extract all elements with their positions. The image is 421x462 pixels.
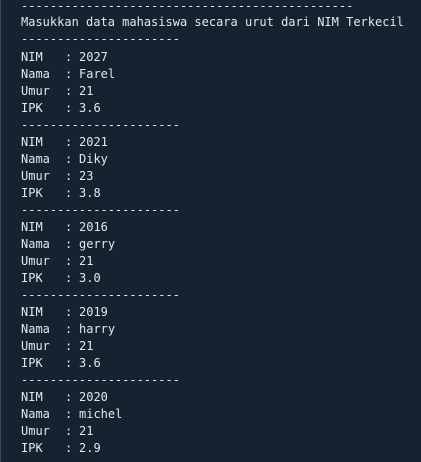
separator: : <box>65 390 73 404</box>
umur-value: 21 <box>79 424 94 438</box>
separator: : <box>65 322 73 336</box>
nim-value: 2021 <box>79 135 108 149</box>
header-text: Masukkan data mahasiswa secara urut dari… <box>21 15 404 29</box>
separator: : <box>65 271 73 285</box>
record-nim: NIM:2021 <box>21 134 108 151</box>
separator: : <box>65 407 73 421</box>
terminal-output: ---------------------- ------------------… <box>0 0 421 462</box>
ipk-value: 3.8 <box>79 186 101 200</box>
ipk-value: 3.6 <box>79 101 101 115</box>
divider: ---------------------- <box>21 203 180 217</box>
record-ipk: IPK:3.6 <box>21 100 101 117</box>
record-nim: NIM:2027 <box>21 49 108 66</box>
nama-label: Nama <box>21 407 50 421</box>
ipk-label: IPK <box>21 186 43 200</box>
record-nama: Nama: michel <box>21 406 122 423</box>
separator: : <box>65 67 73 81</box>
nim-label: NIM <box>21 390 43 404</box>
record-umur: Umur:23 <box>21 168 93 185</box>
separator: : <box>65 356 73 370</box>
nim-value: 2020 <box>79 390 108 404</box>
separator: : <box>65 441 73 455</box>
ipk-label: IPK <box>21 271 43 285</box>
umur-label: Umur <box>21 339 50 353</box>
record-umur: Umur:21 <box>21 83 93 100</box>
record-ipk: IPK:3.8 <box>21 185 101 202</box>
nama-value: Farel <box>79 67 116 81</box>
divider: ---------------------- <box>21 288 180 302</box>
record-nim: NIM:2016 <box>21 219 108 236</box>
ipk-label: IPK <box>21 101 43 115</box>
ipk-value: 3.0 <box>79 271 101 285</box>
umur-label: Umur <box>21 169 50 183</box>
record-ipk: IPK:3.6 <box>21 355 101 372</box>
nama-value: Diky <box>79 152 108 166</box>
separator: : <box>65 305 73 319</box>
record-umur: Umur:21 <box>21 253 93 270</box>
separator: : <box>65 339 73 353</box>
separator: : <box>65 84 73 98</box>
separator: : <box>65 237 73 251</box>
record-nim: NIM:2020 <box>21 389 108 406</box>
separator: : <box>65 50 73 64</box>
separator: : <box>65 254 73 268</box>
record-nama: Nama: Diky <box>21 151 108 168</box>
separator: : <box>65 169 73 183</box>
nim-value: 2027 <box>79 50 108 64</box>
ipk-label: IPK <box>21 356 43 370</box>
umur-label: Umur <box>21 84 50 98</box>
nim-value: 2019 <box>79 305 108 319</box>
nim-value: 2016 <box>79 220 108 234</box>
ipk-label: IPK <box>21 441 43 455</box>
divider: ---------------------- <box>21 118 180 132</box>
separator: : <box>65 186 73 200</box>
nama-label: Nama <box>21 237 50 251</box>
nama-label: Nama <box>21 67 50 81</box>
divider: ---------------------- <box>21 373 180 387</box>
umur-value: 21 <box>79 254 94 268</box>
nim-label: NIM <box>21 305 43 319</box>
umur-value: 21 <box>79 84 94 98</box>
ipk-value: 3.6 <box>79 356 101 370</box>
umur-label: Umur <box>21 424 50 438</box>
divider: ---------------------- <box>21 32 180 46</box>
separator: : <box>65 152 73 166</box>
nama-value: harry <box>79 322 116 336</box>
record-umur: Umur:21 <box>21 338 93 355</box>
umur-value: 23 <box>79 169 94 183</box>
record-nim: NIM:2019 <box>21 304 108 321</box>
record-nama: Nama: harry <box>21 321 115 338</box>
record-ipk: IPK:2.9 <box>21 440 101 457</box>
record-umur: Umur:21 <box>21 423 93 440</box>
separator: : <box>65 135 73 149</box>
nim-label: NIM <box>21 50 43 64</box>
record-nama: Nama: gerry <box>21 236 115 253</box>
nama-label: Nama <box>21 322 50 336</box>
nama-value: michel <box>79 407 123 421</box>
separator: : <box>65 424 73 438</box>
record-nama: Nama: Farel <box>21 66 115 83</box>
separator: : <box>65 220 73 234</box>
top-divider: ----------------------------------------… <box>21 0 354 13</box>
umur-value: 21 <box>79 339 94 353</box>
separator: : <box>65 101 73 115</box>
nama-label: Nama <box>21 152 50 166</box>
ipk-value: 2.9 <box>79 441 101 455</box>
umur-label: Umur <box>21 254 50 268</box>
nim-label: NIM <box>21 220 43 234</box>
nama-value: gerry <box>79 237 116 251</box>
nim-label: NIM <box>21 135 43 149</box>
record-ipk: IPK:3.0 <box>21 270 101 287</box>
